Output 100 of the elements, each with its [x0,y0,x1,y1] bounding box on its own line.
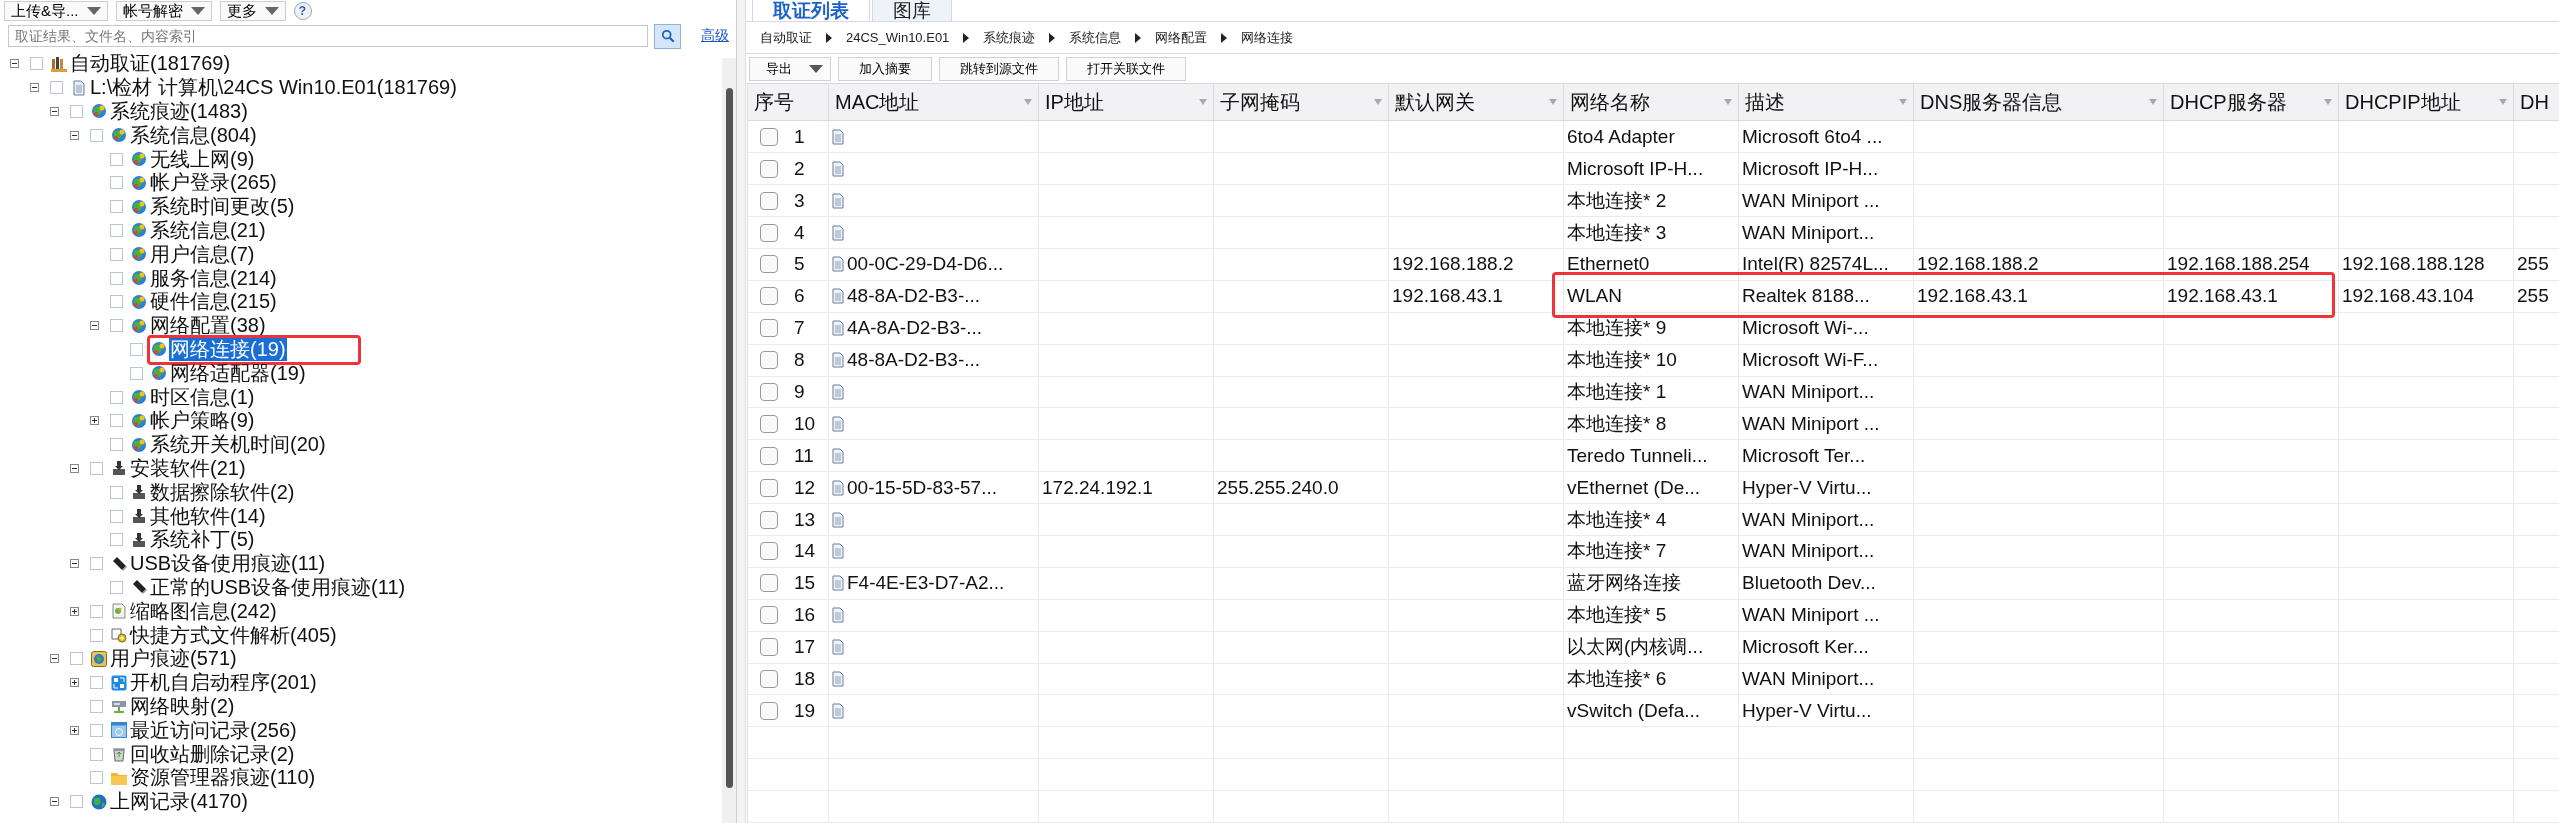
tree-item[interactable]: L:\检材 计算机\24CS Win10.E01(181769) [89,76,458,100]
tree-item[interactable]: 资源管理器痕迹(110) [129,766,317,790]
tree-checkbox[interactable] [70,105,83,118]
tree-checkbox[interactable] [90,604,103,618]
toolbar-dropdown-button[interactable]: 更多 [219,1,286,21]
toolbar-button[interactable]: 打开关联文件 [1066,56,1186,81]
tree-item[interactable]: 开机自启动程序(201) [129,671,318,695]
tree-item[interactable]: 网络映射(2) [129,694,236,718]
tree-item[interactable]: 其他软件(14) [149,504,267,528]
toolbar-button[interactable]: 跳转到源文件 [939,56,1059,81]
tree-item[interactable]: 服务信息(214) [149,266,278,290]
dropdown-button[interactable]: 导出 [749,56,831,81]
filter-icon[interactable] [2499,99,2507,106]
toolbar-dropdown-button[interactable]: 上传&导... [4,1,108,21]
tree-checkbox[interactable] [30,57,43,71]
row-checkbox[interactable] [760,701,778,720]
tree-item[interactable]: 硬件信息(215) [149,290,278,314]
tree-item[interactable]: 系统时间更改(5) [149,195,296,219]
expand-toggle[interactable] [70,130,79,140]
row-checkbox[interactable] [760,287,778,306]
tree-checkbox[interactable] [110,580,123,594]
filter-icon[interactable] [1199,99,1207,106]
tree-checkbox[interactable] [90,676,103,690]
tree-checkbox[interactable] [110,271,123,285]
column-header[interactable]: 序号 [748,84,829,121]
filter-icon[interactable] [1899,99,1907,106]
tree-item[interactable]: 帐户策略(9) [149,409,256,433]
tree-checkbox[interactable] [90,557,103,571]
tree-checkbox[interactable] [110,319,123,333]
tree-item[interactable]: 时区信息(1) [149,385,256,409]
breadcrumb-item[interactable]: 24CS_Win10.E01 [846,30,950,46]
row-checkbox[interactable] [760,606,778,625]
tree-item[interactable]: 回收站删除记录(2) [129,742,296,766]
tree-checkbox[interactable] [90,699,103,713]
tree-item[interactable]: 无线上网(9) [149,147,256,171]
breadcrumb-item[interactable]: 网络连接 [1241,28,1294,47]
tree-checkbox[interactable] [70,652,83,666]
column-header[interactable]: DHCP服务器 [2164,84,2339,121]
tree-item[interactable]: 正常的USB设备使用痕迹(11) [149,575,407,599]
scrollbar-thumb[interactable] [725,88,733,788]
filter-icon[interactable] [1549,99,1557,106]
column-header[interactable]: MAC地址 [829,84,1039,121]
column-header[interactable]: 网络名称 [1564,84,1739,121]
row-checkbox[interactable] [760,383,778,401]
filter-icon[interactable] [1374,99,1382,106]
expand-toggle[interactable] [90,321,99,331]
tree-item[interactable]: USB设备使用痕迹(11) [129,552,327,576]
expand-toggle[interactable] [70,463,79,473]
tree-checkbox[interactable] [90,128,103,142]
expand-toggle[interactable] [10,59,19,69]
breadcrumb-item[interactable]: 自动取证 [760,28,812,47]
column-header[interactable]: IP地址 [1039,84,1214,121]
row-checkbox[interactable] [760,446,778,465]
advanced-search-link[interactable]: 高级 [701,27,729,45]
filter-icon[interactable] [2324,99,2332,106]
tree-checkbox[interactable] [90,747,103,761]
row-checkbox[interactable] [760,127,778,146]
row-checkbox[interactable] [760,191,778,210]
tree-item[interactable]: 系统信息(804) [129,123,258,147]
breadcrumb-item[interactable]: 网络配置 [1155,28,1208,47]
row-checkbox[interactable] [760,510,778,529]
breadcrumb-item[interactable]: 系统痕迹 [983,28,1036,47]
filter-icon[interactable] [1724,99,1732,106]
tree-item[interactable]: 用户痕迹(571) [109,647,238,671]
column-header[interactable]: 默认网关 [1389,84,1564,121]
expand-toggle[interactable] [70,606,79,616]
toolbar-button[interactable]: 加入摘要 [838,56,932,81]
tree-item[interactable]: 缩略图信息(242) [129,599,278,623]
tree-item[interactable]: 用户信息(7) [149,242,256,266]
expand-toggle[interactable] [50,107,59,116]
row-checkbox[interactable] [760,638,778,657]
row-checkbox[interactable] [760,255,778,274]
tree-item[interactable]: 快捷方式文件解析(405) [129,623,338,647]
scrollbar[interactable] [722,58,736,823]
column-header[interactable]: 子网掩码 [1214,84,1389,121]
tree-checkbox[interactable] [90,723,103,737]
tree-checkbox[interactable] [90,771,103,785]
filter-icon[interactable] [1024,99,1032,106]
tree-checkbox[interactable] [70,795,83,809]
tree-checkbox[interactable] [110,200,123,214]
tree-checkbox[interactable] [130,366,143,380]
expand-toggle[interactable] [30,83,39,93]
row-checkbox[interactable] [760,351,778,370]
column-header[interactable]: DNS服务器信息 [1914,84,2164,121]
tree-checkbox[interactable] [110,176,123,190]
tree-item[interactable]: 安装软件(21) [129,456,247,480]
tree-item[interactable]: 系统开关机时间(20) [149,433,327,457]
tree-item[interactable]: 网络连接(19) [169,337,287,361]
search-field[interactable]: 取证结果、文件名、内容索引 [8,25,648,47]
tree-item[interactable]: 系统补丁(5) [149,528,256,552]
tree-checkbox[interactable] [110,438,123,452]
tree-item[interactable]: 系统痕迹(1483) [109,100,249,123]
tree-item[interactable]: 最近访问记录(256) [129,718,298,742]
tree-checkbox[interactable] [90,628,103,642]
row-checkbox[interactable] [760,574,778,593]
tree-item[interactable]: 帐户登录(265) [149,171,278,195]
column-header[interactable]: DH [2514,84,2559,121]
tree-item[interactable]: 数据擦除软件(2) [149,480,296,504]
tree-checkbox[interactable] [110,295,123,309]
tree-checkbox[interactable] [110,390,123,404]
